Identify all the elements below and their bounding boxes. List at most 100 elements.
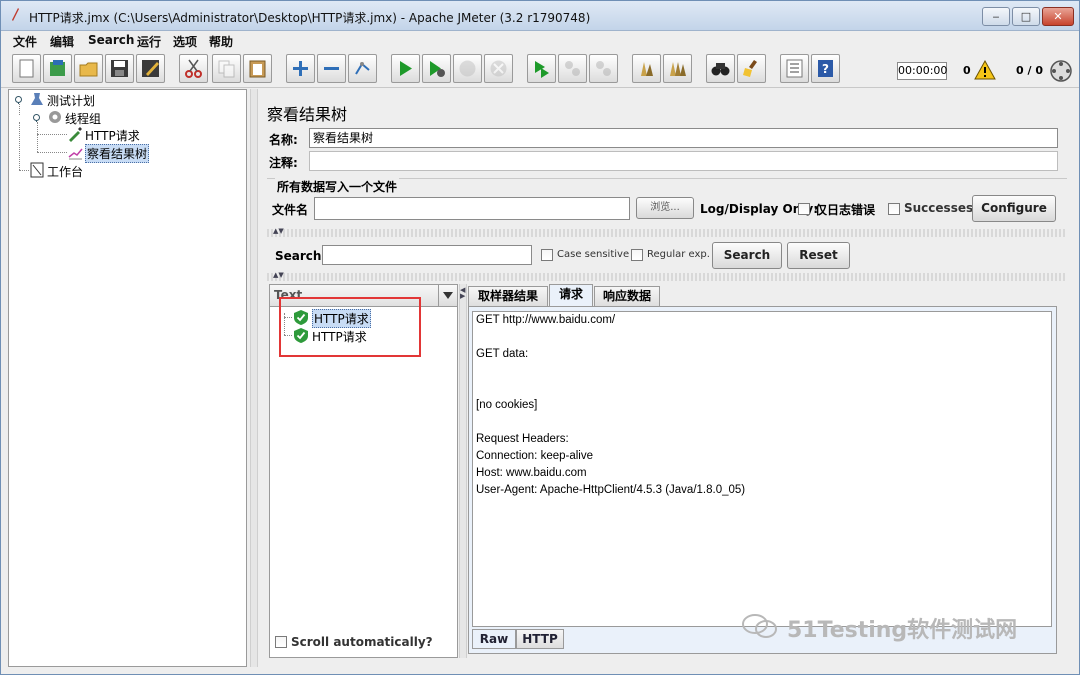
request-detail-panel: GET http://www.baidu.com/ GET data: [no … [468, 306, 1057, 654]
section-title: 所有数据写入一个文件 [275, 178, 400, 195]
collapse-all-button[interactable] [317, 54, 346, 83]
save-as-icon [142, 60, 159, 77]
sample-result-list: Text HTTP请求 HTTP请求 Scroll automatically? [269, 284, 458, 658]
reset-search-button[interactable] [737, 54, 766, 83]
results-splitter[interactable]: ◀ ▶ [459, 284, 467, 658]
tree-node-http-request[interactable]: HTTP请求 [67, 126, 177, 143]
regex-checkbox[interactable] [631, 249, 643, 261]
warning-icon[interactable] [974, 60, 996, 80]
new-button[interactable] [12, 54, 41, 83]
menu-edit[interactable]: 编辑 [50, 33, 74, 50]
filename-field[interactable] [314, 197, 630, 220]
tree-expand-knob[interactable] [14, 95, 23, 104]
remote-shutdown-all-button[interactable] [589, 54, 618, 83]
start-no-pause-icon [430, 61, 445, 77]
tab-request[interactable]: 请求 [549, 284, 593, 306]
reset-button[interactable]: Reset [787, 242, 850, 269]
cut-icon [185, 59, 202, 78]
templates-icon [50, 60, 65, 76]
errors-only-checkbox[interactable] [798, 203, 810, 215]
save-as-button[interactable] [136, 54, 165, 83]
maximize-button[interactable]: □ [1012, 7, 1040, 26]
tab-http[interactable]: HTTP [516, 629, 564, 649]
tree-line [19, 122, 20, 170]
search-button[interactable] [706, 54, 735, 83]
new-icon [19, 59, 34, 78]
chevron-down-icon [443, 292, 453, 299]
cut-button[interactable] [179, 54, 208, 83]
request-text[interactable]: GET http://www.baidu.com/ GET data: [no … [472, 311, 1052, 627]
search-submit-button[interactable]: Search [712, 242, 782, 269]
divider-arrows[interactable]: ▲▼ [273, 228, 284, 235]
expand-all-button[interactable] [286, 54, 315, 83]
remote-start-all-button[interactable] [527, 54, 556, 83]
copy-icon [218, 60, 235, 78]
title-bar[interactable]: HTTP请求.jmx (C:\Users\Administrator\Deskt… [1, 1, 1079, 31]
paste-icon [249, 60, 266, 78]
tree-expand-knob[interactable] [32, 113, 41, 122]
main-splitter[interactable] [250, 89, 258, 667]
tab-raw[interactable]: Raw [472, 629, 516, 649]
tree-node-workbench[interactable]: 工作台 [29, 162, 139, 179]
menu-options[interactable]: 选项 [173, 33, 197, 50]
scroll-auto-checkbox[interactable] [275, 636, 287, 648]
shutdown-button[interactable] [484, 54, 513, 83]
listener-icon [68, 148, 83, 160]
menu-file[interactable]: 文件 [13, 33, 37, 50]
divider-arrows[interactable]: ▲▼ [273, 272, 284, 279]
browse-button[interactable]: 浏览... [636, 197, 694, 219]
search-label: Search: [275, 249, 327, 263]
tree-node-test-plan[interactable]: 测试计划 [29, 91, 139, 108]
tab-sampler-result[interactable]: 取样器结果 [468, 286, 548, 306]
clear-all-icon [670, 62, 686, 76]
scroll-auto-label: Scroll automatically? [291, 635, 433, 649]
menu-run[interactable]: 运行 [137, 33, 161, 50]
gear-icon [49, 111, 61, 123]
broom-icon [743, 60, 757, 77]
watermark-text: 51Testing软件测试网 [787, 618, 1018, 643]
comment-field[interactable] [309, 151, 1058, 171]
close-button[interactable]: ✕ [1042, 7, 1074, 26]
stop-button[interactable] [453, 54, 482, 83]
toggle-icon [355, 62, 370, 75]
copy-button[interactable] [212, 54, 241, 83]
menu-help[interactable]: 帮助 [209, 33, 233, 50]
collapse-icon [324, 67, 339, 70]
tree-node-result-tree[interactable]: 察看结果树 [67, 144, 177, 163]
filename-label: 文件名 [272, 203, 309, 217]
page-title: 察看结果树 [267, 105, 348, 124]
tab-response-data[interactable]: 响应数据 [594, 286, 660, 306]
start-button[interactable] [391, 54, 420, 83]
splitter-arrows[interactable]: ◀ ▶ [460, 287, 465, 300]
watermark: 51Testing软件测试网 [741, 611, 1061, 643]
function-helper-button[interactable] [780, 54, 809, 83]
section-divider[interactable] [267, 229, 1067, 237]
successes-label: Successes [904, 201, 974, 215]
dropdown-button[interactable] [438, 285, 457, 306]
clear-all-button[interactable] [663, 54, 692, 83]
menu-search[interactable]: Search [88, 33, 134, 47]
help-button[interactable]: ? [811, 54, 840, 83]
test-plan-tree: 测试计划 线程组 HTTP请求 察看结果树 工作台 [8, 89, 247, 667]
jmeter-window: HTTP请求.jmx (C:\Users\Administrator\Deskt… [0, 0, 1080, 675]
search-input[interactable] [322, 245, 532, 265]
remote-stop-all-button[interactable] [558, 54, 587, 83]
name-field[interactable]: 察看结果树 [309, 128, 1058, 148]
save-button[interactable] [105, 54, 134, 83]
minimize-button[interactable]: ‒ [982, 7, 1010, 26]
result-tree-panel: 察看结果树 名称: 察看结果树 注释: 所有数据写入一个文件 文件名 浏览...… [259, 89, 1075, 669]
paste-button[interactable] [243, 54, 272, 83]
successes-checkbox[interactable] [888, 203, 900, 215]
section-divider[interactable] [267, 273, 1067, 281]
expand-icon [293, 61, 308, 76]
templates-button[interactable] [43, 54, 72, 83]
start-no-pause-button[interactable] [422, 54, 451, 83]
clear-button[interactable] [632, 54, 661, 83]
case-sensitive-checkbox[interactable] [541, 249, 553, 261]
tree-line [19, 104, 20, 115]
configure-button[interactable]: Configure [972, 195, 1056, 222]
toggle-button[interactable] [348, 54, 377, 83]
open-button[interactable] [74, 54, 103, 83]
highlight-annotation [279, 297, 421, 357]
tree-node-thread-group[interactable]: 线程组 [47, 109, 157, 126]
